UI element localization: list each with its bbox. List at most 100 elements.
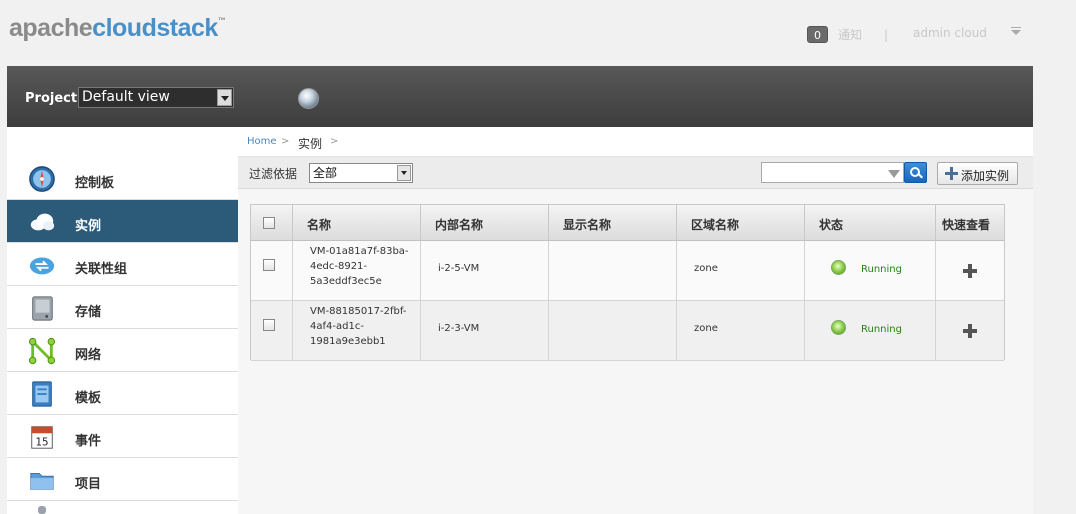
filter-select-value: 全部 bbox=[313, 166, 338, 180]
vm-name-line: 4edc-8921- bbox=[310, 261, 368, 272]
column-header-zone-name[interactable]: 区域名称 bbox=[677, 205, 805, 241]
top-header: apachecloudstack™ 0 通知 | admin cloud bbox=[0, 0, 1076, 66]
logo-tm: ™ bbox=[217, 16, 226, 25]
quickview-plus-icon[interactable] bbox=[963, 264, 977, 278]
vm-name-line: 5a3eddf3ec5e bbox=[310, 276, 382, 287]
sidebar: 控制板 实例 关联性组 存储 网络 模板 15 事件 项目 bbox=[7, 127, 238, 514]
sidebar-item-network[interactable]: 网络 bbox=[7, 329, 238, 372]
zone-cell: zone bbox=[677, 241, 805, 301]
vm-name-line: 1981a9e3ebb1 bbox=[310, 336, 386, 347]
cloud-icon bbox=[30, 213, 55, 231]
dashboard-icon bbox=[29, 166, 55, 192]
sidebar-item-instances[interactable]: 实例 bbox=[7, 200, 238, 243]
sidebar-item-label: 控制板 bbox=[75, 176, 115, 191]
calendar-icon: 15 bbox=[31, 426, 53, 449]
column-header-state[interactable]: 状态 bbox=[805, 205, 936, 241]
breadcrumb-current[interactable]: 实例 bbox=[298, 135, 322, 152]
sidebar-item-label: 实例 bbox=[75, 219, 102, 234]
quickview-plus-icon[interactable] bbox=[963, 324, 977, 338]
breadcrumb-separator: > bbox=[330, 136, 339, 147]
quickview-cell bbox=[936, 301, 1004, 361]
sidebar-item-label: 网络 bbox=[75, 348, 102, 363]
column-header-internal-name[interactable]: 内部名称 bbox=[421, 205, 549, 241]
internal-name: i-2-5-VM bbox=[438, 263, 480, 274]
partial-icon bbox=[38, 506, 46, 514]
project-label: Project: bbox=[25, 91, 83, 106]
search-input[interactable] bbox=[761, 162, 904, 183]
sidebar-item-templates[interactable]: 模板 bbox=[7, 372, 238, 415]
state-text: Running bbox=[861, 324, 902, 335]
logo-text-apache: apache bbox=[9, 14, 93, 42]
project-bar: Project: Default view bbox=[7, 66, 1033, 127]
template-icon bbox=[32, 381, 52, 407]
column-header-display-name[interactable]: 显示名称 bbox=[549, 205, 677, 241]
user-menu-caret-icon[interactable] bbox=[1011, 27, 1021, 35]
notification-count-badge[interactable]: 0 bbox=[807, 26, 828, 43]
running-status-icon bbox=[831, 320, 846, 335]
sidebar-item-storage[interactable]: 存储 bbox=[7, 286, 238, 329]
storage-icon bbox=[32, 296, 53, 321]
vm-name-line: 4af4-ad1c- bbox=[310, 321, 364, 332]
main-content: Home > 实例 > 过滤依据 全部 添加实例 名称 内部名称 显示名称 区域… bbox=[238, 127, 1033, 514]
add-instance-label: 添加实例 bbox=[961, 169, 1010, 183]
affinity-groups-icon bbox=[29, 257, 55, 275]
row-select-cell bbox=[251, 301, 293, 361]
filter-select[interactable]: 全部 bbox=[309, 163, 413, 183]
select-all-column bbox=[251, 205, 293, 241]
running-status-icon bbox=[831, 260, 846, 275]
display-name-cell bbox=[549, 241, 677, 301]
project-select[interactable]: Default view bbox=[78, 87, 234, 108]
internal-name-cell: i-2-3-VM bbox=[421, 301, 549, 361]
row-checkbox[interactable] bbox=[263, 319, 275, 331]
cloudstack-logo[interactable]: apachecloudstack™ bbox=[9, 14, 226, 43]
breadcrumb-separator: > bbox=[281, 136, 290, 147]
vm-name: VM-01a81a7f-83ba- 4edc-8921- 5a3eddf3ec5… bbox=[310, 244, 409, 289]
sidebar-item-label: 模板 bbox=[75, 391, 102, 406]
table-row[interactable]: VM-01a81a7f-83ba- 4edc-8921- 5a3eddf3ec5… bbox=[251, 241, 1004, 301]
notifications-link[interactable]: 通知 bbox=[838, 26, 862, 43]
header-separator: | bbox=[884, 28, 889, 42]
chevron-down-icon[interactable] bbox=[217, 89, 232, 106]
zone-cell: zone bbox=[677, 301, 805, 361]
sidebar-item-projects[interactable]: 项目 bbox=[7, 458, 238, 501]
sidebar-item-label: 存储 bbox=[75, 305, 102, 320]
vm-name-cell[interactable]: VM-01a81a7f-83ba- 4edc-8921- 5a3eddf3ec5… bbox=[293, 241, 421, 301]
breadcrumb-home-link[interactable]: Home bbox=[247, 136, 277, 147]
breadcrumb: Home > 实例 > bbox=[238, 127, 1033, 157]
filter-label: 过滤依据 bbox=[249, 167, 298, 181]
svg-text:15: 15 bbox=[35, 436, 48, 448]
column-header-name[interactable]: 名称 bbox=[293, 205, 421, 241]
quickview-cell bbox=[936, 241, 1004, 301]
zone-name: zone bbox=[694, 263, 718, 274]
add-instance-button[interactable]: 添加实例 bbox=[937, 162, 1018, 185]
state-cell: Running bbox=[805, 241, 936, 301]
user-menu[interactable]: admin cloud bbox=[913, 26, 987, 40]
sidebar-item-partial[interactable] bbox=[7, 501, 238, 514]
internal-name: i-2-3-VM bbox=[438, 323, 480, 334]
search-button[interactable] bbox=[904, 162, 927, 183]
state-cell: Running bbox=[805, 301, 936, 361]
globe-icon[interactable] bbox=[298, 88, 319, 109]
chevron-down-icon[interactable] bbox=[397, 165, 411, 181]
sidebar-item-label: 项目 bbox=[75, 477, 102, 492]
list-toolbar: 过滤依据 全部 添加实例 bbox=[238, 157, 1033, 189]
zone-name: zone bbox=[694, 323, 718, 334]
vm-name-cell[interactable]: VM-88185017-2fbf- 4af4-ad1c- 1981a9e3ebb… bbox=[293, 301, 421, 361]
table-row[interactable]: VM-88185017-2fbf- 4af4-ad1c- 1981a9e3ebb… bbox=[251, 301, 1004, 361]
table-header: 名称 内部名称 显示名称 区域名称 状态 快速查看 bbox=[251, 205, 1004, 241]
logo-text-cloudstack: cloudstack bbox=[92, 14, 218, 42]
advanced-search-icon[interactable] bbox=[888, 170, 900, 178]
sidebar-item-affinity-groups[interactable]: 关联性组 bbox=[7, 243, 238, 286]
sidebar-item-events[interactable]: 15 事件 bbox=[7, 415, 238, 458]
plus-icon bbox=[945, 167, 958, 180]
row-checkbox[interactable] bbox=[263, 259, 275, 271]
vm-name-line: VM-88185017-2fbf- bbox=[310, 306, 407, 317]
select-all-checkbox[interactable] bbox=[263, 217, 275, 229]
sidebar-item-label: 关联性组 bbox=[75, 262, 128, 277]
sidebar-item-dashboard[interactable]: 控制板 bbox=[7, 157, 238, 200]
sidebar-item-label: 事件 bbox=[75, 434, 102, 449]
project-select-value: Default view bbox=[82, 89, 170, 105]
vm-name: VM-88185017-2fbf- 4af4-ad1c- 1981a9e3ebb… bbox=[310, 304, 406, 349]
column-header-quickview: 快速查看 bbox=[942, 218, 991, 232]
state-text: Running bbox=[861, 264, 902, 275]
